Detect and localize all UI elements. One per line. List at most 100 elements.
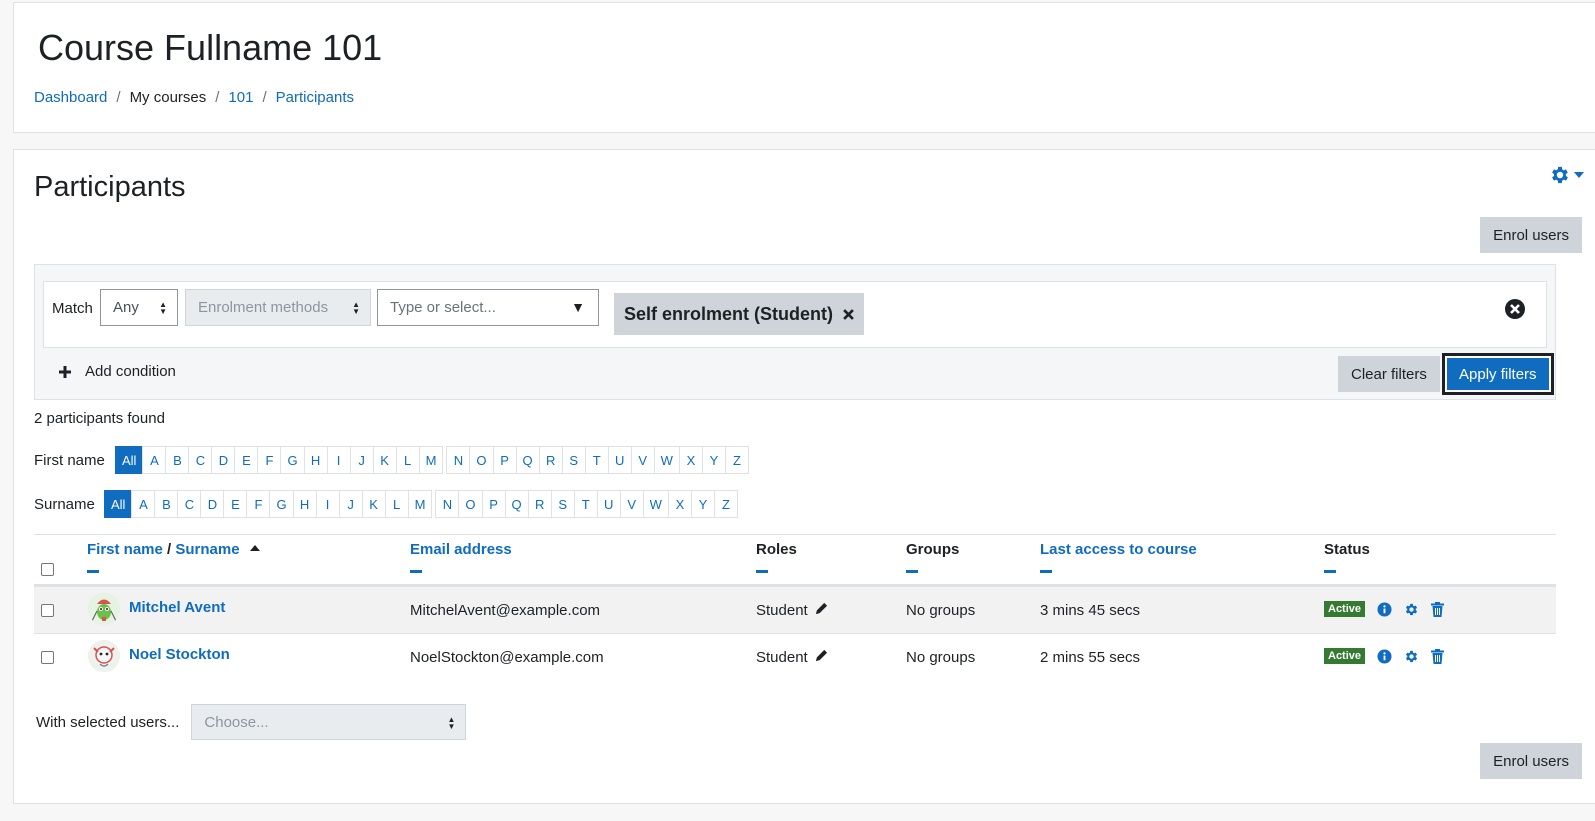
firstname-initial-all[interactable]: All: [115, 446, 144, 474]
firstname-initial[interactable]: J: [349, 446, 374, 474]
surname-initial[interactable]: Y: [690, 490, 715, 518]
firstname-initial[interactable]: X: [678, 446, 703, 474]
dropdown-caret-icon[interactable]: ▼: [571, 299, 585, 315]
bulk-actions-placeholder: Choose...: [204, 713, 269, 731]
info-icon[interactable]: [1377, 648, 1392, 664]
enrolment-methods-select[interactable]: Enrolment methods ▲ ▼: [185, 289, 371, 326]
select-all-checkbox[interactable]: [41, 563, 54, 576]
firstname-initial[interactable]: M: [418, 446, 444, 474]
participant-name-link[interactable]: Mitchel Avent: [129, 599, 225, 616]
row-checkbox[interactable]: [41, 651, 54, 664]
firstname-initial[interactable]: F: [257, 446, 282, 474]
surname-initial[interactable]: E: [223, 490, 248, 518]
gear-icon[interactable]: [1404, 649, 1419, 664]
surname-initial[interactable]: H: [292, 490, 317, 518]
firstname-initial[interactable]: R: [538, 446, 563, 474]
avatar[interactable]: [88, 640, 120, 672]
surname-initial[interactable]: K: [361, 490, 386, 518]
collapse-column-icon[interactable]: [87, 570, 99, 573]
sort-first-name-link[interactable]: First name: [87, 541, 163, 558]
match-select-value: Any: [113, 299, 139, 316]
trash-icon[interactable]: [1431, 601, 1445, 617]
firstname-initial[interactable]: B: [165, 446, 190, 474]
surname-initial[interactable]: R: [527, 490, 552, 518]
firstname-initial[interactable]: D: [211, 446, 236, 474]
collapse-column-icon[interactable]: [1324, 570, 1336, 573]
firstname-initial[interactable]: T: [584, 446, 609, 474]
firstname-initial[interactable]: Y: [701, 446, 726, 474]
row-checkbox[interactable]: [41, 604, 54, 617]
surname-initial[interactable]: X: [667, 490, 692, 518]
info-icon[interactable]: [1377, 601, 1392, 617]
firstname-initial[interactable]: H: [303, 446, 328, 474]
breadcrumb-dashboard[interactable]: Dashboard: [34, 89, 107, 106]
surname-initial[interactable]: M: [407, 490, 433, 518]
sort-email-link[interactable]: Email address: [410, 541, 512, 558]
firstname-initial[interactable]: W: [653, 446, 680, 474]
firstname-initial[interactable]: Z: [724, 446, 749, 474]
participant-name-link[interactable]: Noel Stockton: [129, 646, 230, 663]
firstname-initial[interactable]: I: [326, 446, 351, 474]
surname-initial[interactable]: Z: [713, 490, 738, 518]
collapse-column-icon[interactable]: [1040, 570, 1052, 573]
firstname-initial[interactable]: P: [492, 446, 517, 474]
firstname-initial[interactable]: L: [395, 446, 420, 474]
firstname-initial[interactable]: A: [142, 446, 167, 474]
firstname-initial[interactable]: U: [607, 446, 632, 474]
firstname-initial[interactable]: G: [280, 446, 305, 474]
firstname-initial[interactable]: Q: [515, 446, 540, 474]
avatar[interactable]: [88, 593, 120, 625]
pencil-icon[interactable]: [815, 649, 828, 662]
surname-initial-all[interactable]: All: [104, 490, 133, 518]
surname-initial[interactable]: Q: [504, 490, 529, 518]
firstname-initial[interactable]: V: [630, 446, 655, 474]
surname-initial[interactable]: P: [481, 490, 506, 518]
surname-initial[interactable]: V: [619, 490, 644, 518]
surname-initial[interactable]: I: [315, 490, 340, 518]
enrol-users-button-bottom[interactable]: Enrol users: [1480, 743, 1582, 779]
sort-surname-link[interactable]: Surname: [175, 541, 239, 558]
collapse-column-icon[interactable]: [906, 570, 918, 573]
firstname-initial[interactable]: S: [561, 446, 586, 474]
firstname-initial[interactable]: N: [446, 446, 471, 474]
bulk-actions-select[interactable]: Choose... ▲ ▼: [191, 704, 467, 740]
surname-initial[interactable]: G: [269, 490, 294, 518]
surname-initial[interactable]: N: [435, 490, 460, 518]
firstname-initial[interactable]: E: [234, 446, 259, 474]
sort-last-access-link[interactable]: Last access to course: [1040, 541, 1197, 558]
settings-menu[interactable]: [1549, 164, 1584, 186]
surname-initial[interactable]: O: [458, 490, 483, 518]
surname-initial[interactable]: W: [642, 490, 669, 518]
breadcrumb-participants[interactable]: Participants: [276, 89, 354, 106]
gear-icon[interactable]: [1549, 164, 1571, 186]
selected-filter-tag[interactable]: Self enrolment (Student): [614, 293, 865, 335]
surname-initial[interactable]: T: [573, 490, 598, 518]
gear-icon[interactable]: [1404, 602, 1419, 617]
surname-initial[interactable]: D: [200, 490, 225, 518]
clear-filters-button[interactable]: Clear filters: [1338, 356, 1440, 392]
surname-initial[interactable]: A: [131, 490, 156, 518]
match-select[interactable]: Any ▲ ▼: [100, 289, 178, 326]
apply-filters-button[interactable]: Apply filters: [1442, 353, 1554, 395]
collapse-column-icon[interactable]: [410, 570, 422, 573]
firstname-initial[interactable]: O: [469, 446, 494, 474]
remove-filter-row-icon[interactable]: [1504, 298, 1526, 320]
close-icon[interactable]: [843, 308, 854, 320]
surname-initial[interactable]: F: [246, 490, 271, 518]
trash-icon[interactable]: [1431, 648, 1445, 664]
breadcrumb-course[interactable]: 101: [228, 89, 253, 106]
surname-initial[interactable]: C: [177, 490, 202, 518]
select-arrows-icon: ▲ ▼: [159, 300, 167, 316]
collapse-column-icon[interactable]: [756, 570, 768, 573]
firstname-initial[interactable]: C: [188, 446, 213, 474]
type-or-select-input[interactable]: Type or select... ▼: [377, 289, 599, 326]
surname-initial[interactable]: S: [550, 490, 575, 518]
surname-initial[interactable]: U: [596, 490, 621, 518]
add-condition-button[interactable]: Add condition: [59, 363, 176, 380]
enrol-users-button[interactable]: Enrol users: [1480, 217, 1582, 253]
surname-initial[interactable]: J: [338, 490, 363, 518]
pencil-icon[interactable]: [815, 602, 828, 615]
firstname-initial[interactable]: K: [372, 446, 397, 474]
surname-initial[interactable]: B: [154, 490, 179, 518]
surname-initial[interactable]: L: [384, 490, 409, 518]
